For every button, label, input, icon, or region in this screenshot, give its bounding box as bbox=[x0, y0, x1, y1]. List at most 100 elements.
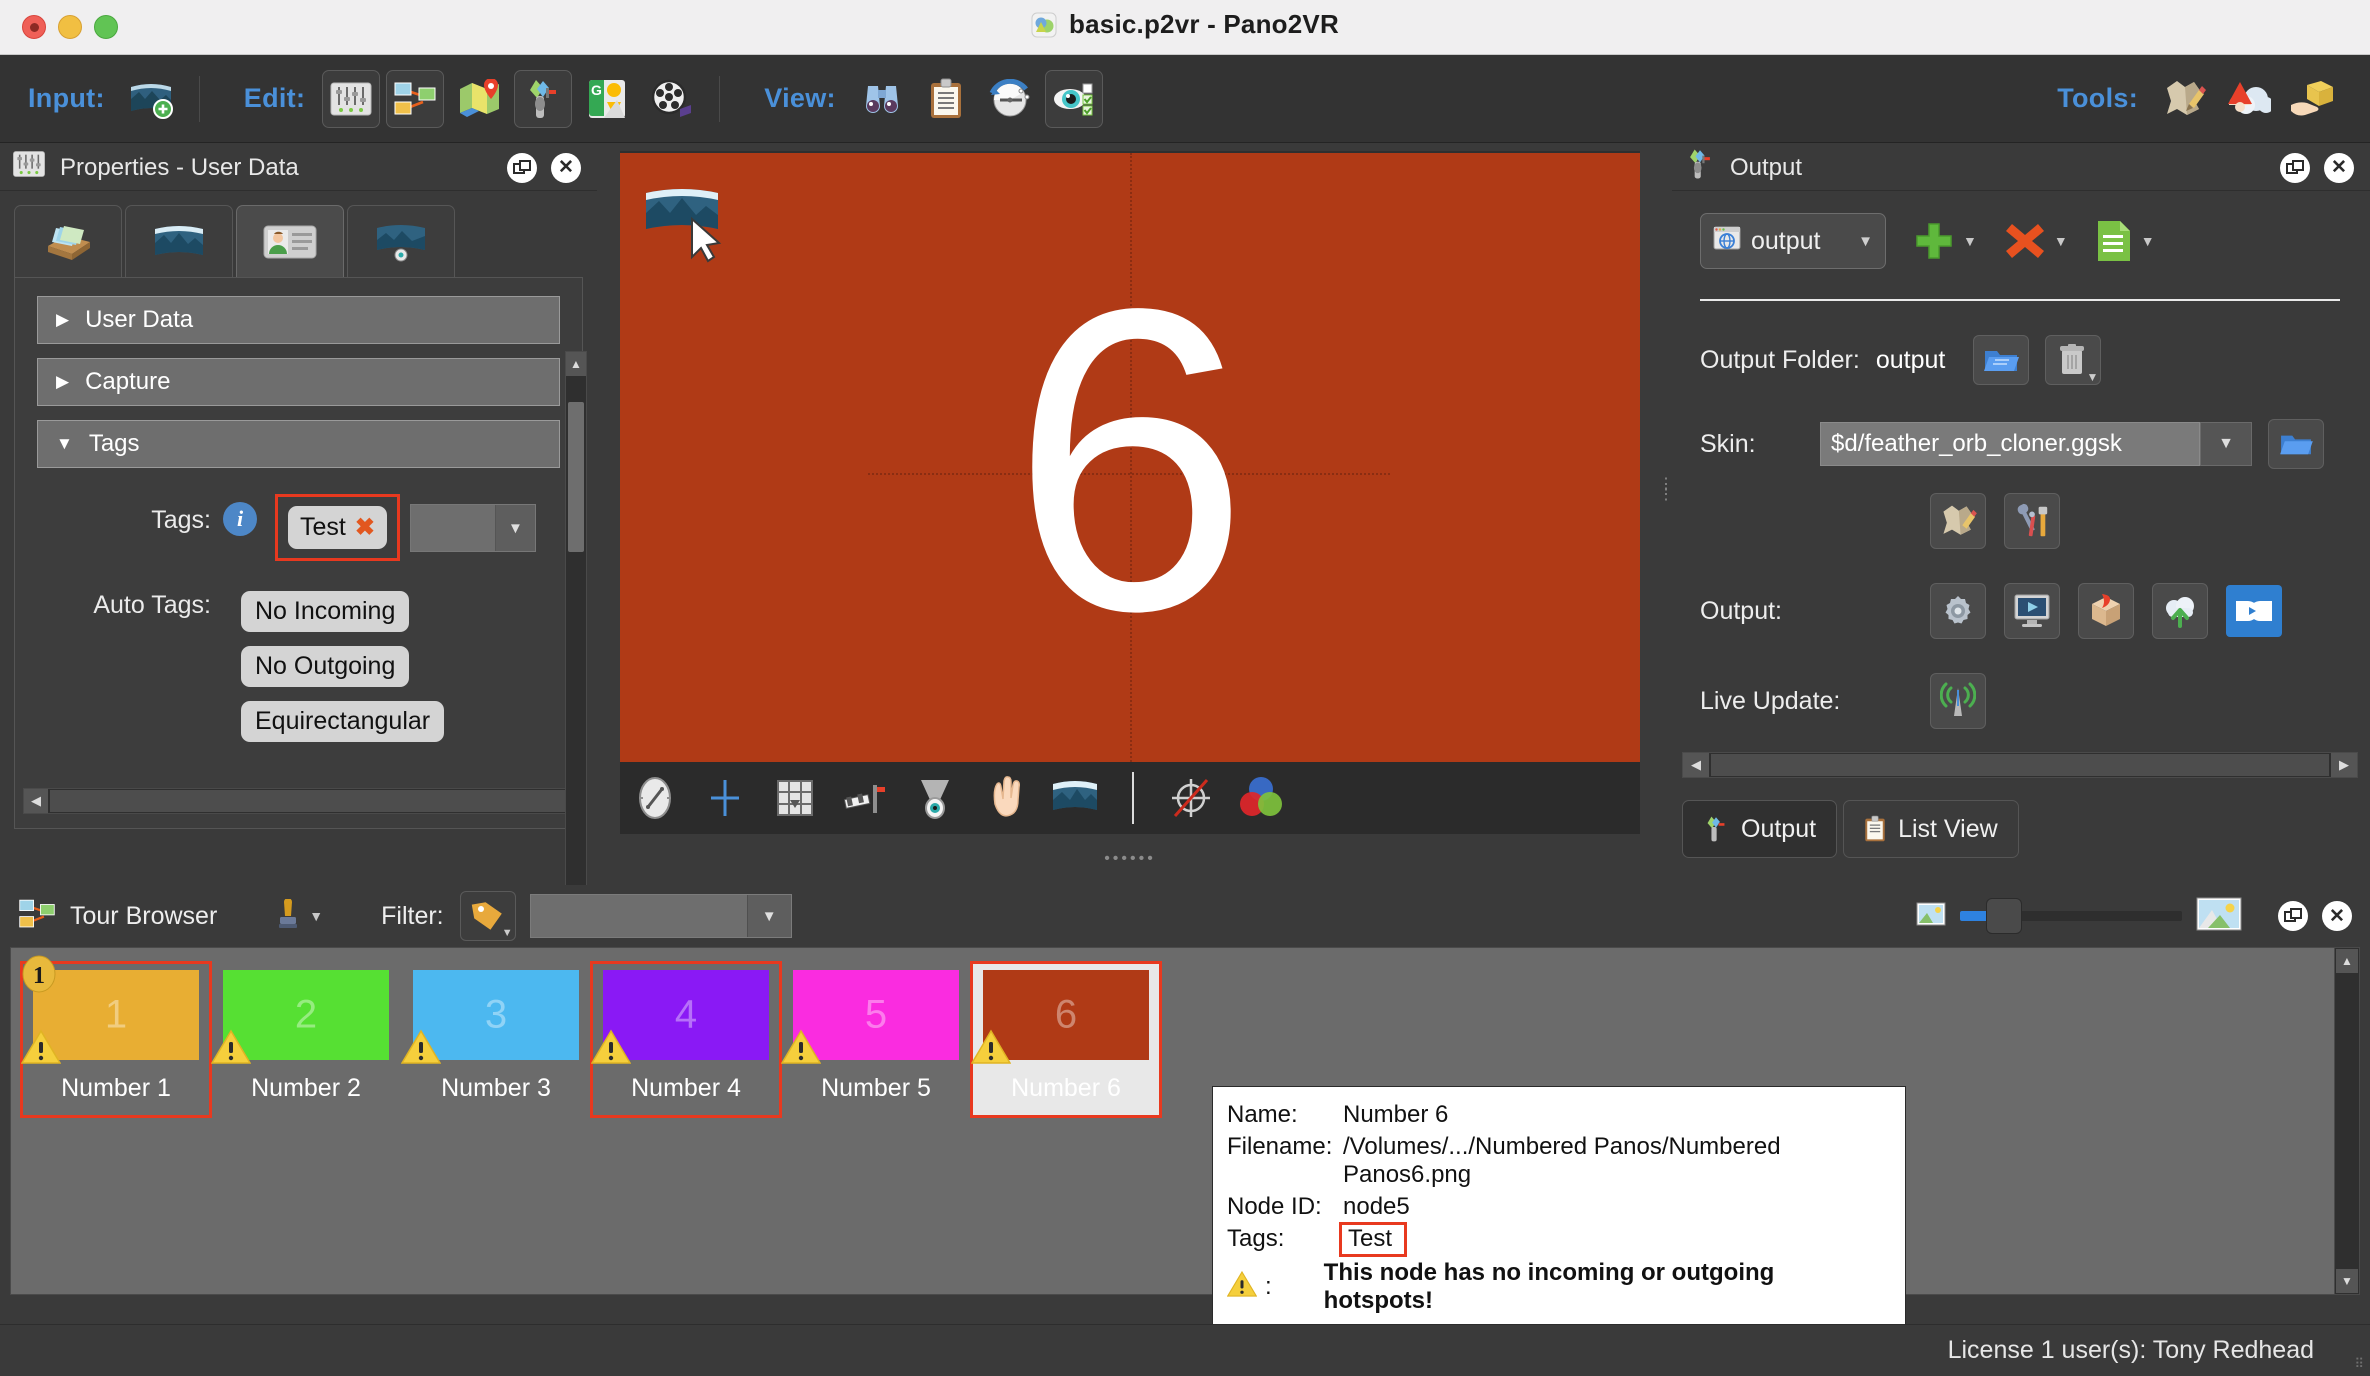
no-target-tool-icon[interactable] bbox=[1164, 771, 1218, 825]
google-street-view-icon[interactable]: G bbox=[578, 70, 636, 128]
section-tags[interactable]: ▼ Tags bbox=[37, 420, 560, 468]
skin-editor-icon[interactable] bbox=[2155, 70, 2213, 128]
gnome-cloud-icon[interactable] bbox=[2219, 70, 2277, 128]
remove-output-button[interactable]: ▼ bbox=[2003, 219, 2068, 263]
patch-tool-icon[interactable] bbox=[908, 771, 962, 825]
add-input-panorama-icon[interactable] bbox=[122, 70, 180, 128]
compass-icon[interactable] bbox=[981, 70, 1039, 128]
chevron-down-icon[interactable]: ▼ bbox=[1858, 233, 1873, 250]
output-settings-button[interactable] bbox=[1930, 583, 1986, 639]
section-capture[interactable]: ▶ Capture bbox=[37, 358, 560, 406]
tab-user-data[interactable] bbox=[236, 205, 344, 277]
tooltip-key: Filename: bbox=[1227, 1133, 1333, 1160]
chevron-down-icon[interactable]: ▼ bbox=[309, 908, 323, 924]
tab-list-view[interactable]: List View bbox=[1843, 800, 2019, 858]
chevron-down-icon[interactable]: ▼ bbox=[2141, 233, 2155, 249]
scrollbar-thumb[interactable] bbox=[568, 402, 584, 552]
tag-filter-button[interactable]: ▼ bbox=[459, 891, 516, 941]
skin-settings-button[interactable] bbox=[2004, 493, 2060, 549]
close-panel-icon[interactable]: ✕ bbox=[551, 152, 581, 183]
remove-tag-icon[interactable]: ✖ bbox=[355, 513, 375, 542]
binoculars-icon[interactable] bbox=[853, 70, 911, 128]
clear-folder-button[interactable]: ▼ bbox=[2045, 335, 2102, 385]
tab-panorama[interactable] bbox=[125, 205, 233, 277]
output-preset-combo[interactable]: output ▼ bbox=[1700, 213, 1886, 269]
tab-input-files[interactable] bbox=[14, 205, 122, 277]
pan-hand-tool-icon[interactable] bbox=[978, 771, 1032, 825]
panorama-view-tool-icon[interactable] bbox=[1048, 771, 1102, 825]
output-horizontal-scrollbar[interactable]: ◀ ▶ bbox=[1682, 752, 2358, 778]
tour-browser-vertical-scrollbar[interactable]: ▲ ▼ bbox=[2334, 947, 2360, 1295]
scroll-down-button[interactable]: ▼ bbox=[2336, 1269, 2358, 1293]
node-marker-button[interactable]: ▼ bbox=[275, 899, 323, 933]
scrollbar-thumb[interactable] bbox=[50, 790, 576, 812]
preview-output-button[interactable] bbox=[2004, 583, 2060, 639]
close-panel-icon[interactable]: ✕ bbox=[2322, 901, 2352, 931]
node-thumbnail-2[interactable]: 2 Number 2 bbox=[210, 962, 401, 1117]
node-thumbnail-4[interactable]: 4 Number 4 bbox=[590, 961, 782, 1118]
properties-horizontal-scrollbar[interactable]: ◀ ▶ bbox=[23, 788, 582, 814]
skin-path-input[interactable]: $d/feather_orb_cloner.ggsk bbox=[1820, 422, 2200, 466]
edit-skin-button[interactable] bbox=[1930, 493, 1986, 549]
pano-image[interactable]: 6 bbox=[620, 153, 1640, 785]
scrollbar-thumb[interactable] bbox=[1711, 754, 2329, 776]
map-pin-icon[interactable] bbox=[450, 70, 508, 128]
section-user-data[interactable]: ▶ User Data bbox=[37, 296, 560, 344]
hotspot-tool-icon[interactable] bbox=[838, 771, 892, 825]
skin-dropdown-button[interactable]: ▼ bbox=[2200, 422, 2252, 466]
live-update-button[interactable] bbox=[1930, 673, 1986, 729]
chevron-down-icon[interactable]: ▼ bbox=[2086, 370, 2098, 384]
float-panel-icon[interactable] bbox=[2278, 901, 2308, 931]
warning-triangle-icon bbox=[780, 1029, 822, 1070]
slider-track[interactable] bbox=[1960, 898, 2182, 934]
tab-output[interactable]: Output bbox=[1682, 800, 1838, 858]
chevron-down-icon[interactable]: ▼ bbox=[494, 505, 535, 551]
node-thumbnail-5[interactable]: 5 Number 5 bbox=[780, 962, 971, 1117]
compass-tool-icon[interactable] bbox=[628, 771, 682, 825]
tag-combo-input[interactable]: ▼ bbox=[409, 504, 536, 552]
pano-canvas[interactable]: 6 bbox=[620, 151, 1640, 787]
chevron-down-icon[interactable]: ▼ bbox=[2054, 233, 2068, 249]
add-output-button[interactable]: ▼ bbox=[1912, 219, 1977, 263]
scroll-up-button[interactable]: ▲ bbox=[2336, 949, 2358, 973]
splitter-grip[interactable]: •••••• bbox=[1104, 850, 1156, 868]
package-output-button[interactable] bbox=[2078, 583, 2134, 639]
film-reel-icon[interactable] bbox=[642, 70, 700, 128]
output-feather-icon[interactable] bbox=[514, 69, 573, 128]
upload-output-button[interactable] bbox=[2152, 583, 2208, 639]
tour-browser-icon[interactable] bbox=[386, 69, 445, 128]
tab-viewing-parameters[interactable] bbox=[347, 205, 455, 277]
chevron-down-icon[interactable]: ▼ bbox=[502, 927, 513, 939]
vertical-splitter-grip[interactable]: ⋮ ⋮ bbox=[1658, 477, 1674, 503]
package-hand-icon[interactable] bbox=[2283, 70, 2341, 128]
filter-input[interactable]: ▼ bbox=[529, 894, 792, 938]
toolbar-label-view: View: bbox=[764, 83, 836, 113]
open-browser-button[interactable] bbox=[2226, 585, 2282, 637]
crosshair-tool-icon[interactable] bbox=[698, 771, 752, 825]
scroll-up-button[interactable]: ▲ bbox=[566, 352, 586, 376]
properties-sliders-icon[interactable] bbox=[322, 69, 381, 128]
close-panel-icon[interactable]: ✕ bbox=[2324, 152, 2354, 183]
output-log-button[interactable]: ▼ bbox=[2094, 219, 2155, 263]
skin-row: Skin: $d/feather_orb_cloner.ggsk ▼ bbox=[1700, 419, 2370, 469]
info-icon[interactable]: i bbox=[223, 502, 257, 536]
color-wheel-tool-icon[interactable] bbox=[1234, 771, 1288, 825]
node-thumbnail-6[interactable]: 6 Number 6 bbox=[970, 961, 1162, 1118]
chevron-down-icon[interactable]: ▼ bbox=[746, 895, 791, 937]
node-thumbnail-3[interactable]: 3 Number 3 bbox=[400, 962, 591, 1117]
clipboard-icon[interactable] bbox=[917, 70, 975, 128]
grid-tool-icon[interactable] bbox=[768, 771, 822, 825]
slider-knob[interactable] bbox=[1986, 898, 2022, 934]
float-panel-icon[interactable] bbox=[507, 152, 537, 183]
browse-skin-button[interactable] bbox=[2268, 419, 2324, 469]
float-panel-icon[interactable] bbox=[2280, 152, 2310, 183]
window-resize-grip[interactable]: ⠿ bbox=[2354, 1356, 2364, 1372]
scroll-right-button[interactable]: ▶ bbox=[2331, 753, 2357, 777]
scroll-left-button[interactable]: ◀ bbox=[1683, 753, 1709, 777]
scroll-left-button[interactable]: ◀ bbox=[24, 789, 48, 813]
node-thumbnail-1[interactable]: 1 1 Number 1 bbox=[20, 955, 212, 1118]
browse-folder-button[interactable] bbox=[1973, 335, 2030, 385]
eye-visibility-icon[interactable] bbox=[1044, 69, 1103, 128]
tag-chip[interactable]: Test ✖ bbox=[288, 506, 387, 549]
chevron-down-icon[interactable]: ▼ bbox=[1963, 233, 1977, 249]
